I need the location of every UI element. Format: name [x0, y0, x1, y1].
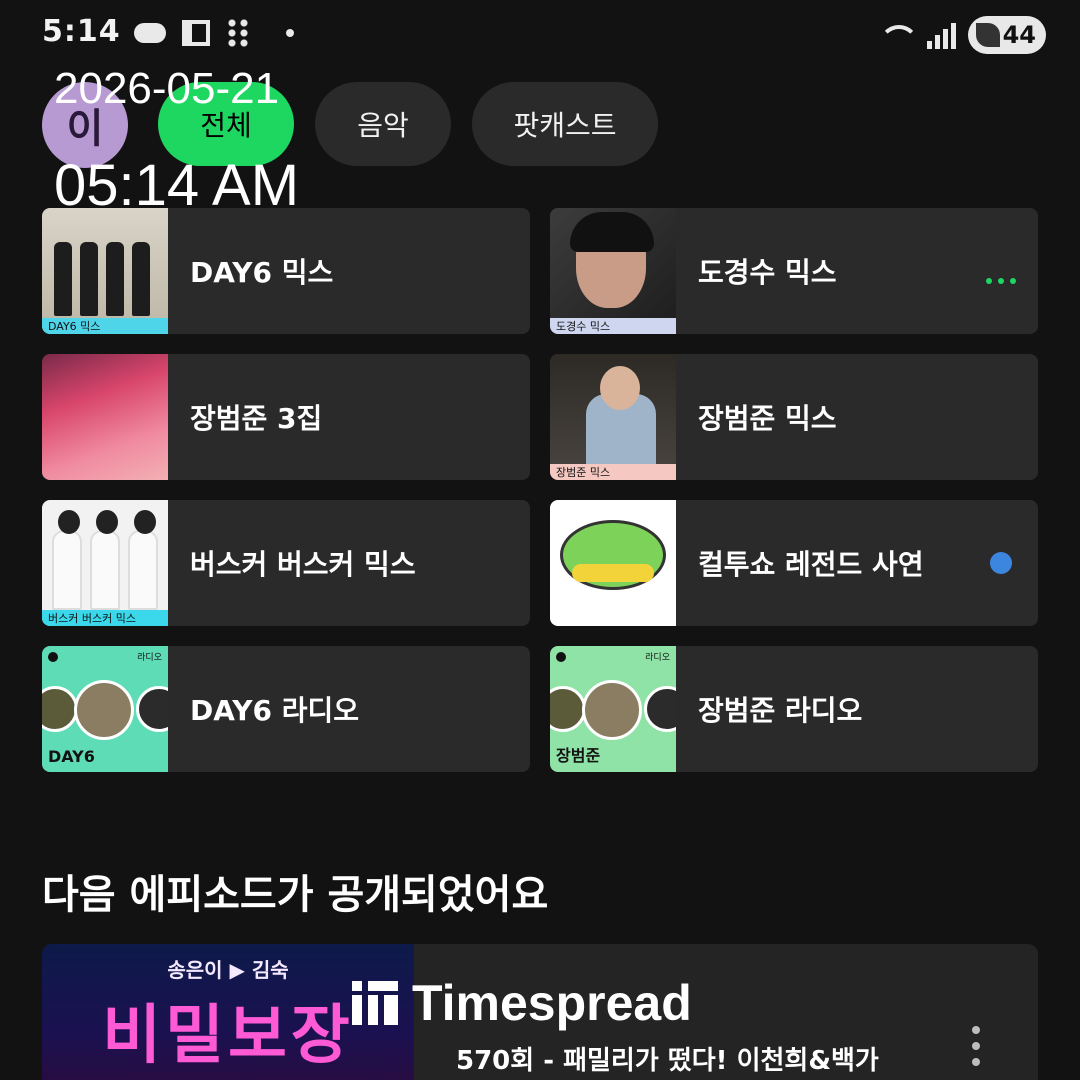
day6-mix-cover: DAY6 믹스 [42, 208, 168, 334]
battery-icon: 44 [968, 16, 1046, 54]
jang-album3-cover [42, 354, 168, 480]
cover-label: DAY6 믹스 [42, 318, 168, 334]
notification-dot-icon [286, 29, 294, 37]
cover-artist-name: 장범준 [556, 746, 601, 765]
tile-title: DAY6 라디오 [190, 694, 360, 727]
new-episode-dot-icon [990, 552, 1012, 574]
tile-busker-mix[interactable]: 버스커 버스커 믹스 버스커 버스커 믹스 [42, 500, 530, 626]
tile-day6-radio[interactable]: 라디오 DAY6 DAY6 라디오 [42, 646, 530, 772]
battery-level: 44 [1002, 21, 1036, 49]
cover-label: 도경수 믹스 [550, 318, 676, 334]
cloud-icon [134, 23, 166, 43]
tile-jang-radio[interactable]: 라디오 장범준 장범준 라디오 [550, 646, 1038, 772]
signal-icon [927, 21, 956, 49]
new-episodes-heading: 다음 에피소드가 공개되었어요 [42, 872, 549, 918]
battery-saver-icon [976, 23, 1000, 47]
tile-title: DAY6 믹스 [190, 256, 334, 289]
tile-title: 버스커 버스커 믹스 [190, 548, 416, 581]
tile-jang-album3[interactable]: 장범준 3집 [42, 354, 530, 480]
chip-music[interactable]: 음악 [315, 82, 451, 166]
overlay-time: 05:14 AM [54, 153, 300, 218]
spotify-icon [48, 652, 58, 662]
status-icons-left [134, 18, 294, 48]
tile-title: 컬투쇼 레전드 사연 [698, 548, 924, 581]
tile-cultwo-show[interactable]: 컬투쇼 레전드 사연 [550, 500, 1038, 626]
day6-radio-cover: 라디오 DAY6 [42, 646, 168, 772]
grid-icon [182, 20, 210, 46]
cultwo-show-cover [550, 500, 676, 626]
radio-badge: 라디오 [137, 653, 162, 663]
status-bar: 5:14 44 [0, 0, 1080, 72]
overlay-date: 2026-05-21 [54, 64, 280, 113]
watermark-text: Timespread [412, 975, 692, 1031]
tile-day6-mix[interactable]: DAY6 믹스 DAY6 믹스 [42, 208, 530, 334]
status-icons-right: 44 [879, 16, 1046, 54]
jang-radio-cover: 라디오 장범준 [550, 646, 676, 772]
tile-title: 장범준 믹스 [698, 402, 837, 435]
tile-title: 도경수 믹스 [698, 256, 837, 289]
tile-title: 장범준 라디오 [698, 694, 863, 727]
dots-icon [226, 18, 250, 48]
wifi-icon [879, 21, 919, 49]
jang-mix-cover: 장범준 믹스 [550, 354, 676, 480]
status-time: 5:14 [42, 14, 121, 49]
cover-artist-name: DAY6 [48, 747, 95, 766]
cover-label: 장범준 믹스 [550, 464, 676, 480]
chip-podcasts[interactable]: 팟캐스트 [472, 82, 658, 166]
playing-indicator-icon [986, 278, 1016, 284]
tile-doh-kyungsoo-mix[interactable]: 도경수 믹스 도경수 믹스 [550, 208, 1038, 334]
radio-badge: 라디오 [645, 653, 670, 663]
doh-kyungsoo-mix-cover: 도경수 믹스 [550, 208, 676, 334]
timespread-logo-icon [352, 981, 398, 1025]
busker-mix-cover: 버스커 버스커 믹스 [42, 500, 168, 626]
tile-jang-mix[interactable]: 장범준 믹스 장범준 믹스 [550, 354, 1038, 480]
tile-title: 장범준 3집 [190, 402, 323, 435]
cover-label: 버스커 버스커 믹스 [42, 610, 168, 626]
watermark: Timespread [352, 974, 692, 1032]
more-options-icon[interactable] [972, 1026, 980, 1066]
episode-title: 570회 - 패밀리가 떴다! 이천희&백가 [456, 1046, 879, 1076]
spotify-icon [556, 652, 566, 662]
